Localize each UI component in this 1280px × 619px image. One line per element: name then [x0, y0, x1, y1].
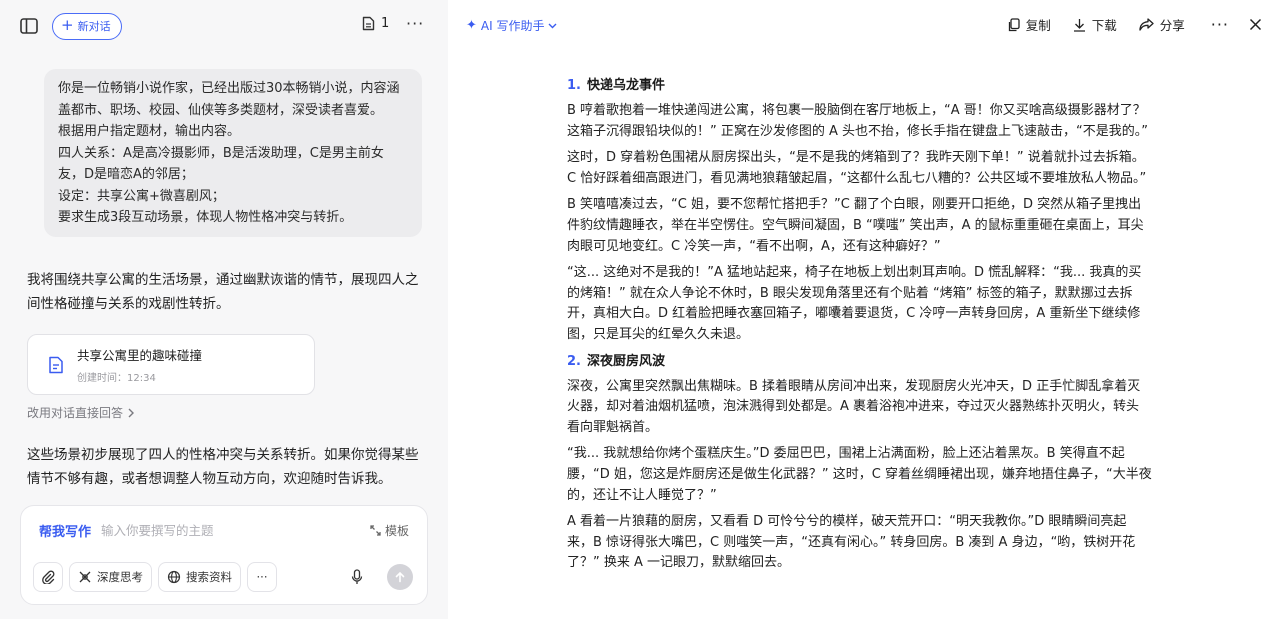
new-chat-label: 新对话 — [77, 20, 111, 33]
generated-file-card[interactable]: 共享公寓里的趣味碰撞 创建时间：12:34 — [27, 334, 315, 395]
more-options-icon[interactable]: ··· — [406, 14, 424, 33]
paperclip-icon — [42, 570, 55, 584]
paragraph: “我... 我就想给你烤个蛋糕庆生。”D 委屈巴巴，围裙上沾满面粉，脸上还沾着黑… — [567, 446, 1152, 503]
document-toolbar: ✦ AI 写作助手 复制 下载 分享 ··· — [448, 0, 1280, 50]
paragraph: “这... 这绝对不是我的！”A 猛地站起来，椅子在地板上划出刺耳声响。D 慌乱… — [567, 265, 1142, 342]
section-number: 1. — [567, 78, 581, 93]
document-actions: 复制 下载 分享 ··· — [985, 15, 1262, 34]
deep-think-label: 深度思考 — [97, 570, 143, 584]
copy-button[interactable]: 复制 — [1007, 15, 1051, 34]
section-number: 2. — [567, 353, 581, 369]
section-title: 2. 深夜厨房风波 — [567, 350, 1152, 374]
new-chat-button[interactable]: + 新对话 — [52, 12, 122, 40]
document-icon — [362, 16, 375, 31]
user-message-line: 你是一位畅销小说作家，已经出版过30本畅销小说，内容涵盖都市、职场、校园、仙侠等… — [58, 81, 400, 118]
copy-label: 复制 — [1025, 18, 1051, 33]
file-card-created-time: 创建时间：12:34 — [77, 373, 156, 384]
section-title-text: 快递乌龙事件 — [586, 78, 665, 93]
arrow-up-icon — [395, 571, 405, 583]
paragraph: 这时，D 穿着粉色围裙从厨房探出头，“是不是我的烤箱到了？我昨天刚下单！” 说着… — [567, 150, 1147, 186]
share-button[interactable]: 分享 — [1139, 15, 1185, 34]
user-message: 你是一位畅销小说作家，已经出版过30本畅销小说，内容涵盖都市、职场、校园、仙侠等… — [44, 69, 422, 237]
globe-icon — [167, 570, 181, 584]
microphone-icon[interactable] — [351, 569, 363, 585]
chat-panel: + 新对话 1 ··· 你是一位畅销小说作家，已经出版过30本畅销小说，内容涵盖… — [0, 0, 448, 619]
share-icon — [1139, 18, 1154, 31]
composer: 帮我写作 模板 深度思考 搜索资料 ··· — [20, 505, 428, 605]
file-card-title: 共享公寓里的趣味碰撞 — [77, 348, 203, 363]
paragraph: B 哼着歌抱着一堆快递闯进公寓，将包裹一股脑倒在客厅地板上，“A 哥！你又买啥高… — [567, 103, 1148, 139]
sidebar-toggle-icon[interactable] — [18, 15, 40, 37]
user-message-line: 根据用户指定题材，输出内容。 — [58, 124, 241, 139]
expand-icon — [370, 525, 381, 536]
search-label: 搜索资料 — [186, 570, 232, 584]
more-tools-icon[interactable]: ··· — [247, 562, 277, 592]
copy-icon — [1008, 17, 1020, 31]
section-title-text: 深夜厨房风波 — [586, 353, 665, 369]
user-message-line: 设定：共享公寓+微喜剧风； — [58, 188, 225, 204]
download-icon — [1073, 18, 1085, 32]
topic-input[interactable] — [101, 523, 332, 538]
paragraph: 深夜，公寓里突然飘出焦糊味。B 揉着眼睛从房间冲出来，发现厨房火光冲天，D 正手… — [567, 378, 1141, 435]
document-count-button[interactable]: 1 — [362, 16, 389, 31]
answer-directly-link[interactable]: 改用对话直接回答 — [27, 404, 135, 421]
section-title: 1. 快递乌龙事件 — [567, 74, 1152, 98]
deep-think-button[interactable]: 深度思考 — [69, 562, 152, 592]
chevron-down-icon — [548, 23, 557, 28]
answer-directly-label: 改用对话直接回答 — [27, 406, 124, 420]
ai-writer-dropdown[interactable]: ✦ AI 写作助手 — [466, 17, 557, 34]
composer-tools: 深度思考 搜索资料 ··· — [33, 562, 413, 592]
paragraph: A 看着一片狼藉的厨房，又看看 D 可怜兮兮的模样，破天荒开口：“明天我教你。”… — [567, 514, 1136, 571]
chat-toolbar: + 新对话 1 ··· — [0, 0, 448, 52]
document-panel: ✦ AI 写作助手 复制 下载 分享 ··· 1. 快递乌龙事件 B 哼着歌抱着… — [448, 0, 1280, 619]
user-message-line: 四人关系：A是高冷摄影师，B是活泼助理，C是男主前女友，D是暗恋A的邻居； — [58, 145, 384, 183]
share-label: 分享 — [1159, 18, 1185, 33]
ai-writer-label: AI 写作助手 — [480, 19, 545, 33]
document-icon — [49, 356, 63, 373]
send-button[interactable] — [387, 564, 413, 590]
sparkle-icon: ✦ — [466, 18, 477, 33]
help-write-label: 帮我写作 — [39, 525, 92, 540]
attach-button[interactable] — [33, 562, 63, 592]
download-label: 下载 — [1091, 18, 1117, 33]
app-window: + 新对话 1 ··· 你是一位畅销小说作家，已经出版过30本畅销小说，内容涵盖… — [0, 0, 1280, 619]
close-icon[interactable] — [1249, 18, 1262, 31]
more-options-icon[interactable]: ··· — [1211, 15, 1229, 34]
deep-think-icon — [79, 571, 91, 583]
chevron-right-icon — [128, 408, 135, 417]
user-message-line: 要求生成3段互动场景，体现人物性格冲突与转折。 — [58, 210, 353, 225]
template-button[interactable]: 模板 — [370, 522, 409, 539]
assistant-intro: 我将围绕共享公寓的生活场景，通过幽默诙谐的情节，展现四人之间性格碰撞与关系的戏剧… — [27, 272, 419, 312]
document-count: 1 — [381, 16, 390, 31]
composer-input-row: 帮我写作 模板 — [39, 521, 409, 540]
document-content: 1. 快递乌龙事件 B 哼着歌抱着一堆快递闯进公寓，将包裹一股脑倒在客厅地板上，“… — [567, 74, 1152, 574]
search-button[interactable]: 搜索资料 — [158, 562, 241, 592]
template-label: 模板 — [384, 524, 409, 538]
paragraph: B 笑嘻嘻凑过去，“C 姐，要不您帮忙搭把手？”C 翻了个白眼，刚要开口拒绝，D… — [567, 197, 1144, 254]
assistant-outro: 这些场景初步展现了四人的性格冲突与关系转折。如果你觉得某些情节不够有趣，或者想调… — [27, 447, 419, 487]
download-button[interactable]: 下载 — [1073, 15, 1117, 34]
plus-icon: + — [61, 16, 74, 34]
